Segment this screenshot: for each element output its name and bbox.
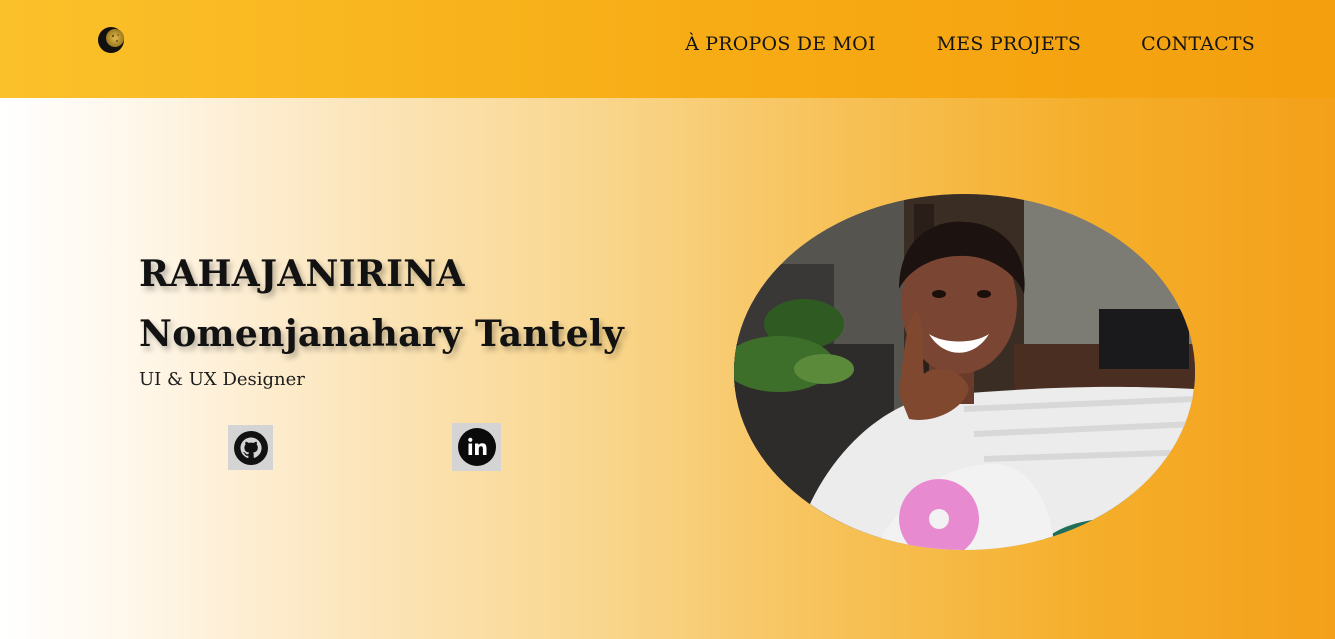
github-link[interactable] (228, 425, 273, 470)
nav-link-projects[interactable]: MES PROJETS (937, 33, 1081, 55)
main-nav: À PROPOS DE MOI MES PROJETS CONTACTS (685, 33, 1255, 55)
crescent-moon-logo-icon[interactable] (96, 25, 126, 55)
profile-photo (734, 194, 1195, 550)
linkedin-link[interactable] (452, 423, 501, 471)
github-icon (233, 430, 268, 465)
hero-role: UI & UX Designer (139, 369, 305, 390)
hero-first-name: Nomenjanahary Tantely (139, 313, 625, 355)
nav-link-about[interactable]: À PROPOS DE MOI (685, 33, 876, 55)
hero-last-name: RAHAJANIRINA (139, 253, 465, 295)
site-header: À PROPOS DE MOI MES PROJETS CONTACTS (0, 0, 1335, 98)
hero-section: RAHAJANIRINA Nomenjanahary Tantely UI & … (0, 98, 1335, 639)
nav-link-contacts[interactable]: CONTACTS (1141, 33, 1255, 55)
linkedin-icon (457, 428, 496, 466)
